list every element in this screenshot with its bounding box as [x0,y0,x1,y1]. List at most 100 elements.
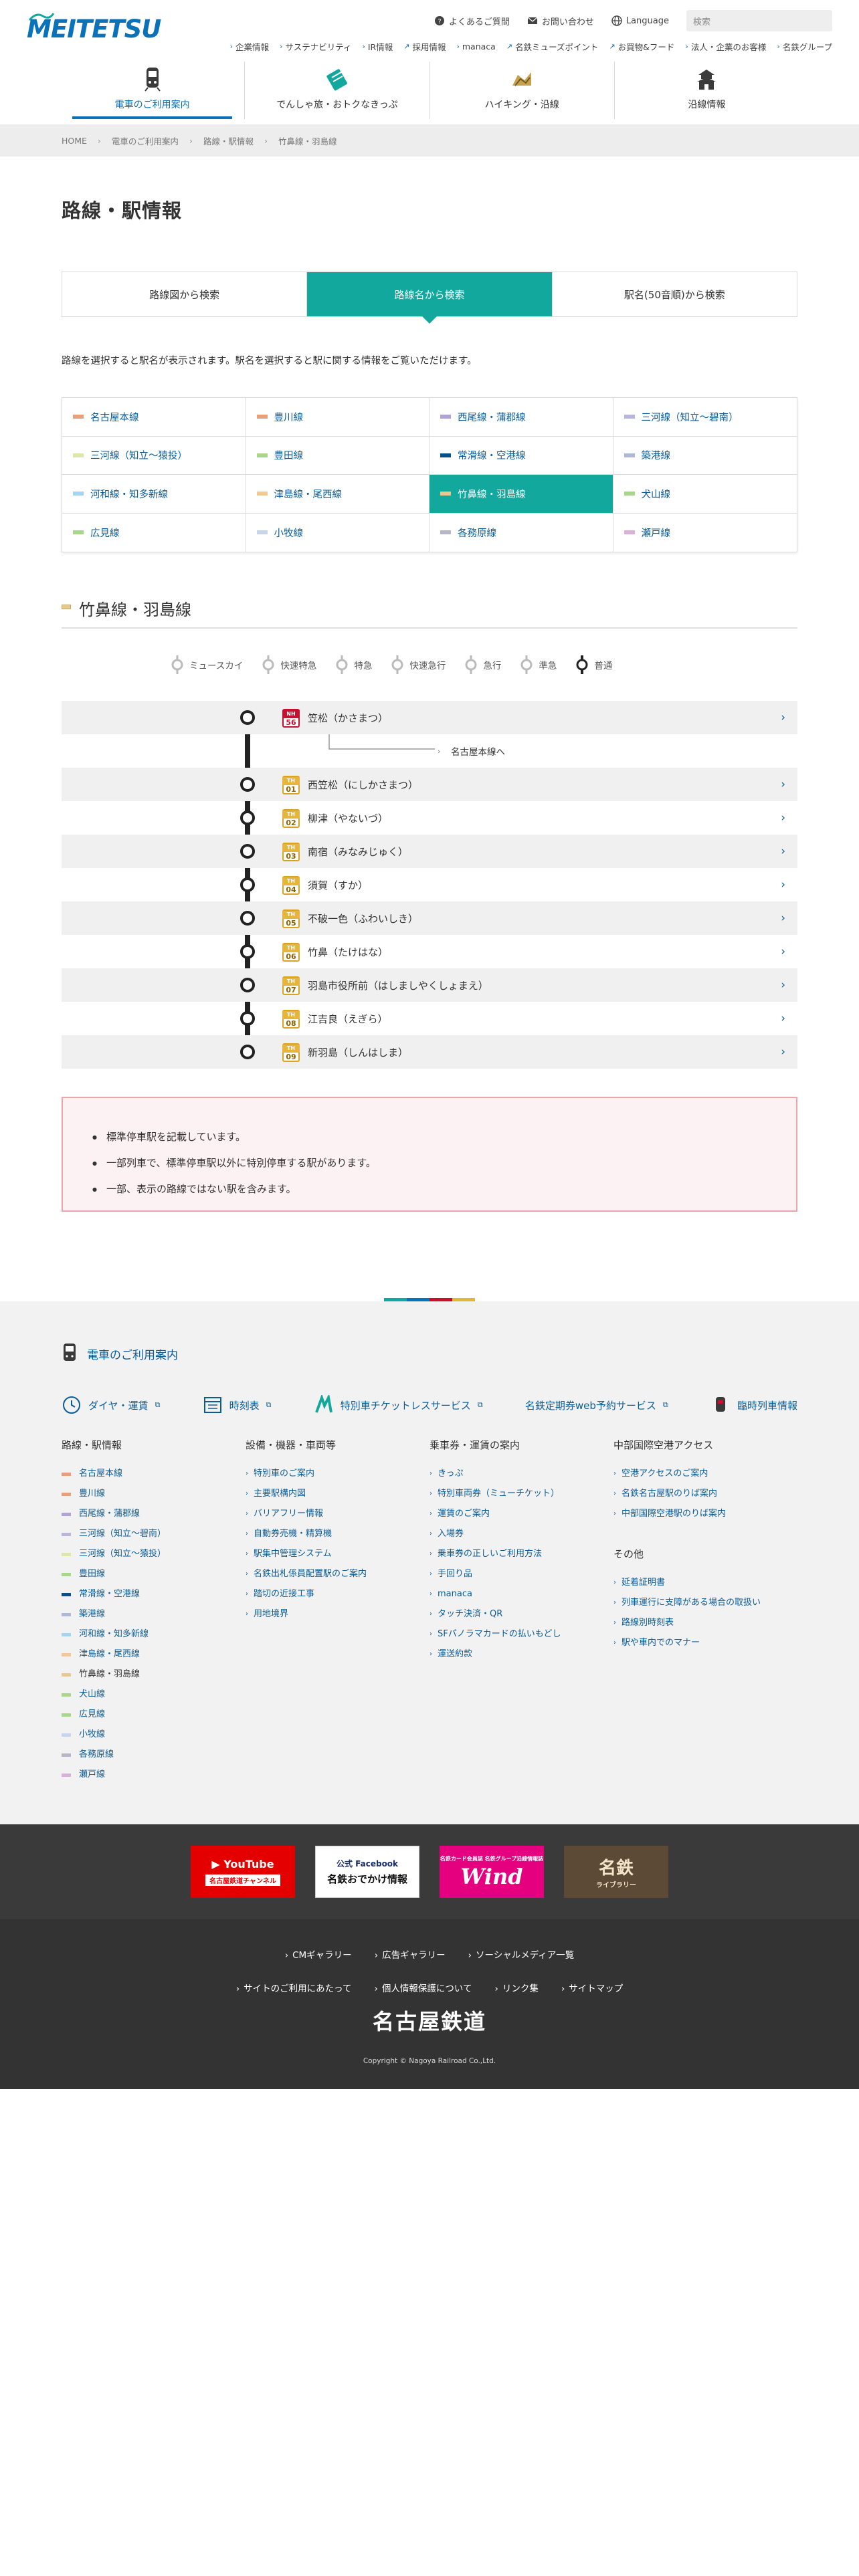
footer-link-item[interactable]: › 路線別時刻表 [613,1613,797,1633]
footer-link-item[interactable]: 三河線（知立〜碧南） [62,1524,246,1544]
footer-link-item[interactable]: › manaca [430,1584,613,1604]
corp-link[interactable]: › manaca [456,40,495,53]
line-option[interactable]: 三河線（知立〜碧南） [613,398,797,437]
footer-link-item[interactable]: › 乗車券の正しいご利用方法 [430,1544,613,1564]
breadcrumb-item[interactable]: 路線・駅情報 [203,134,254,147]
footer-link-item[interactable]: 犬山線 [62,1685,246,1705]
line-option[interactable]: 広見線 [62,513,246,552]
tab-line-name[interactable]: 路線名から検索 [306,272,552,324]
footer-link-item[interactable]: 竹鼻線・羽島線 [62,1665,246,1685]
footer-link-item[interactable]: › SFパノラマカードの払いもどし [430,1624,613,1644]
footer-link-item[interactable]: › 名鉄出札係員配置駅のご案内 [246,1564,430,1584]
footer-link-item[interactable]: 豊田線 [62,1564,246,1584]
station-row[interactable]: TH 03 南宿（みなみじゅく） › [62,835,797,868]
footer-link-item[interactable]: › 踏切の近接工事 [246,1584,430,1604]
gnav-trip-tickets[interactable]: でんしゃ旅・おトクなきっぷ [244,62,429,119]
line-option[interactable]: 豊川線 [246,398,430,437]
footer-link-item[interactable]: › 特別車両券（ミューチケット） [430,1484,613,1504]
line-option[interactable]: 河和線・知多新線 [62,475,246,514]
language-link[interactable]: Language [611,15,669,26]
footer-link[interactable]: サイトのご利用にあたって [236,1981,351,1994]
footer-link-item[interactable]: › 入場券 [430,1524,613,1544]
gnav-hiking[interactable]: ハイキング・沿線 [429,62,614,119]
station-row[interactable]: TH 07 羽島市役所前（はしましやくしょまえ） › [62,968,797,1002]
footer-link-item[interactable]: › タッチ決済・QR [430,1604,613,1624]
footer-link-item[interactable]: › 運送約款 [430,1644,613,1665]
footer-link-item[interactable]: › 列車運行に支障がある場合の取扱い [613,1593,797,1613]
footer-link-item[interactable]: 名古屋本線 [62,1464,246,1484]
station-row[interactable]: TH 05 不破一色（ふわいしき） › [62,901,797,935]
line-option[interactable]: 津島線・尾西線 [246,475,430,514]
breadcrumb-home[interactable]: HOME [62,136,87,146]
tab-route-map[interactable]: 路線図から検索 [62,272,306,316]
service-commuter-pass[interactable]: 名鉄定期券web予約サービス ⧉ [525,1398,668,1412]
line-option[interactable]: 竹鼻線・羽島線 [430,475,613,514]
footer-link-item[interactable]: › 空港アクセスのご案内 [613,1464,797,1484]
meitetsu-logo[interactable]: MEITETSU [27,9,161,47]
footer-link-item[interactable]: › 自動券売機・精算機 [246,1524,430,1544]
footer-link-item[interactable]: › 主要駅構内図 [246,1484,430,1504]
line-option[interactable]: 犬山線 [613,475,797,514]
corp-link[interactable]: › サステナビリティ [280,40,351,53]
footer-link-item[interactable]: 瀬戸線 [62,1765,246,1785]
line-option[interactable]: 名古屋本線 [62,398,246,437]
line-option[interactable]: 築港線 [613,436,797,475]
service-ticketless[interactable]: 特別車チケットレスサービス ⧉ [314,1395,483,1415]
footer-link-item[interactable]: › 駅や車内でのマナー [613,1633,797,1653]
footer-link-item[interactable]: › 用地境界 [246,1604,430,1624]
footer-link-item[interactable]: › 名鉄名古屋駅のりば案内 [613,1484,797,1504]
footer-link-item[interactable]: › きっぷ [430,1464,613,1484]
corp-link[interactable]: ↗ お買物&フード [609,40,674,53]
footer-link-item[interactable]: 津島線・尾西線 [62,1644,246,1665]
footer-link-item[interactable]: › 中部国際空港駅のりば案内 [613,1504,797,1524]
corp-link[interactable]: › 名鉄グループ [777,40,832,53]
breadcrumb-item[interactable]: 電車のご利用案内 [112,134,179,147]
station-row[interactable]: TH 09 新羽島（しんはしま） › [62,1035,797,1069]
footer-link-item[interactable]: › 運賃のご案内 [430,1504,613,1524]
footer-link-item[interactable]: 小牧線 [62,1725,246,1745]
footer-link[interactable]: 個人情報保護について [374,1981,472,1994]
station-row[interactable]: TH 08 江吉良（えぎら） › [62,1002,797,1035]
footer-heading[interactable]: 電車のご利用案内 [62,1343,178,1364]
gnav-train-guide[interactable]: 電車のご利用案内 [60,62,244,119]
station-row[interactable]: NH 56 笠松（かさまつ） › [62,701,797,734]
footer-link-item[interactable]: › 延着証明書 [613,1573,797,1593]
corp-link[interactable]: ↗ 採用情報 [403,40,446,53]
corp-link[interactable]: › 企業情報 [230,40,269,53]
footer-link[interactable]: リンク集 [494,1981,539,1994]
station-row[interactable]: TH 01 西笠松（にしかさまつ） › [62,768,797,801]
footer-link-item[interactable]: 常滑線・空港線 [62,1584,246,1604]
footer-link-item[interactable]: 河和線・知多新線 [62,1624,246,1644]
line-option[interactable]: 三河線（知立〜猿投） [62,436,246,475]
corp-link[interactable]: › IR情報 [362,40,393,53]
tab-station-name[interactable]: 駅名(50音順)から検索 [551,272,797,316]
footer-link-item[interactable]: 広見線 [62,1705,246,1725]
service-timetable-fare[interactable]: ダイヤ・運賃 ⧉ [62,1395,160,1415]
footer-link-item[interactable]: › バリアフリー情報 [246,1504,430,1524]
footer-link-item[interactable]: 各務原線 [62,1745,246,1765]
service-timetable[interactable]: 時刻表 ⧉ [203,1395,272,1415]
footer-link-item[interactable]: › 駅集中管理システム [246,1544,430,1564]
line-option[interactable]: 常滑線・空港線 [430,436,613,475]
footer-link-item[interactable]: 豊川線 [62,1484,246,1504]
line-option[interactable]: 各務原線 [430,513,613,552]
line-option[interactable]: 西尾線・蒲郡線 [430,398,613,437]
youtube-banner[interactable]: ▶ YouTube 名古屋鉄道チャンネル [191,1846,295,1898]
search-input[interactable]: 検索 [686,10,832,31]
corp-link[interactable]: ↗ 名鉄ミューズポイント [506,40,599,53]
footer-link[interactable]: ソーシャルメディア一覧 [468,1947,574,1961]
contact-link[interactable]: お問い合わせ [527,15,594,27]
wind-banner[interactable]: 名鉄カード会員誌 名鉄グループ沿線情報誌 Wind [440,1846,544,1898]
footer-link-item[interactable]: 西尾線・蒲郡線 [62,1504,246,1524]
corp-link[interactable]: › 法人・企業のお客様 [685,40,766,53]
library-banner[interactable]: 名鉄 ライブラリー [564,1846,668,1898]
footer-link[interactable]: CMギャラリー [285,1947,352,1961]
station-row[interactable]: TH 06 竹鼻（たけはな） › [62,935,797,968]
line-option[interactable]: 瀬戸線 [613,513,797,552]
service-special-trains[interactable]: 臨時列車情報 [710,1395,797,1415]
line-option[interactable]: 豊田線 [246,436,430,475]
footer-link-item[interactable]: › 手回り品 [430,1564,613,1584]
facebook-banner[interactable]: 公式 Facebook 名鉄おでかけ情報 [315,1846,419,1898]
line-option[interactable]: 小牧線 [246,513,430,552]
footer-link[interactable]: サイトマップ [561,1981,623,1994]
